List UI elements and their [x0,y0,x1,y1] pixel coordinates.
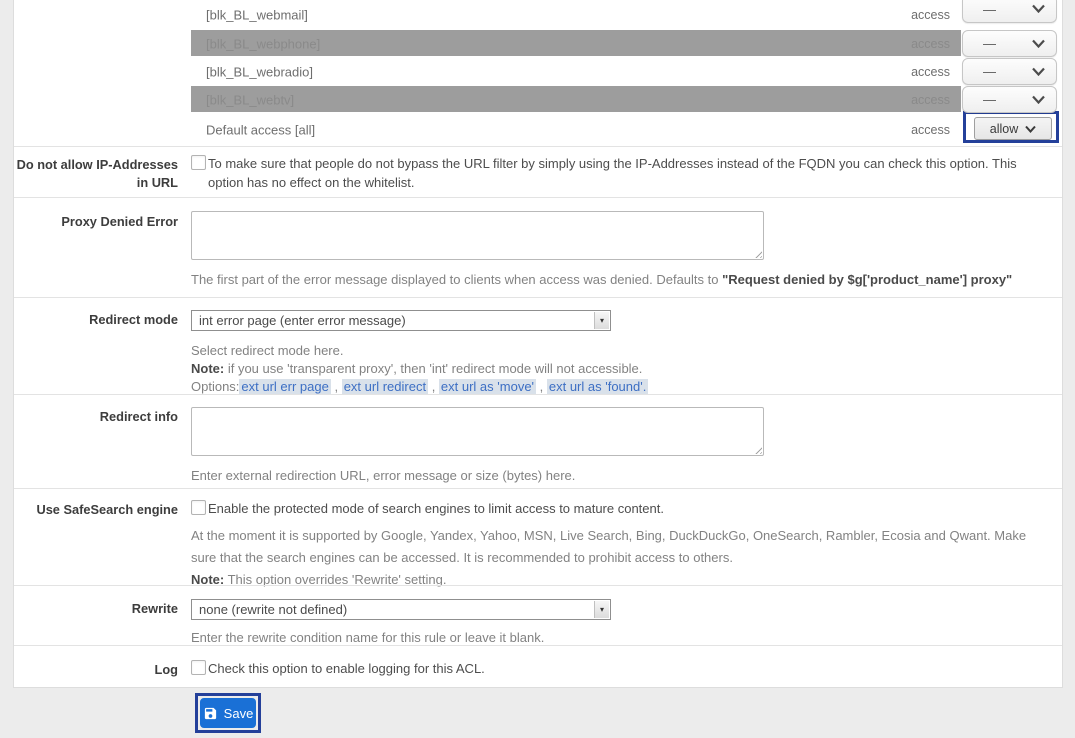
category-label: [blk_BL_webmail] [206,7,308,22]
select-arrow-icon: ▾ [594,601,609,618]
chevron-down-icon [1032,91,1045,109]
default-access-select[interactable]: allow [974,117,1052,140]
field-description: Enter external redirection URL, error me… [191,467,1042,485]
proxy-denied-error-textarea[interactable] [191,211,764,260]
access-dropdown[interactable]: — [962,58,1057,85]
category-label: [blk_BL_webtv] [206,92,294,107]
field-label: Do not allow IP-Addresses in URL [14,156,178,192]
table-row: [blk_BL_webradio] access — [14,57,1062,86]
save-button-label: Save [224,706,254,721]
dropdown-value: allow [990,122,1019,136]
category-label: [blk_BL_webphone] [206,36,320,51]
checkbox-description: To make sure that people do not bypass t… [208,154,1026,192]
table-row: [blk_BL_webphone] access — [14,29,1062,58]
table-row: Default access [all] access allow [14,113,1062,146]
field-note: Note: if you use 'transparent proxy', th… [191,360,1042,378]
field-description: The first part of the error message disp… [191,271,1042,289]
rewrite-select[interactable]: none (rewrite not defined) ▾ [191,599,611,620]
highlight-annotation: Save [195,693,261,733]
save-button[interactable]: Save [200,698,256,728]
section-redirect-mode: Redirect mode int error page (enter erro… [14,297,1062,394]
footer-bar: Save [0,688,1075,738]
field-description: Select redirect mode here. [191,342,1042,360]
field-label: Use SafeSearch engine [14,501,178,519]
dropdown-value: — [983,2,996,17]
field-label: Proxy Denied Error [14,213,178,231]
section-redirect-info: Redirect info Enter external redirection… [14,394,1062,488]
option-link[interactable]: ext url redirect [342,379,428,394]
field-label: Redirect mode [14,311,178,329]
log-checkbox[interactable] [191,660,206,675]
select-value: int error page (enter error message) [199,313,406,328]
chevron-down-icon [1032,35,1045,53]
access-dropdown[interactable]: — [962,0,1057,23]
section-proxy-denied-error: Proxy Denied Error The first part of the… [14,197,1062,297]
table-row: [blk_BL_webtv] access — [14,85,1062,114]
redirect-mode-select[interactable]: int error page (enter error message) ▾ [191,310,611,331]
dimmed-row-stripe [191,86,961,112]
category-label: Default access [all] [206,122,315,137]
field-description: At the moment it is supported by Google,… [191,525,1042,591]
field-label: Redirect info [14,408,178,426]
select-value: none (rewrite not defined) [199,602,347,617]
field-label: Rewrite [14,600,178,618]
select-arrow-icon: ▾ [594,312,609,329]
section-log: Log Check this option to enable logging … [14,645,1062,688]
option-link[interactable]: ext url err page [239,379,330,394]
dropdown-value: — [983,92,996,107]
checkbox-description: Check this option to enable logging for … [208,659,485,678]
access-label: access [911,8,950,22]
chevron-down-icon [1025,122,1036,136]
access-dropdown[interactable]: — [962,30,1057,57]
access-label: access [911,93,950,107]
chevron-down-icon [1032,0,1045,18]
access-label: access [911,65,950,79]
category-label: [blk_BL_webradio] [206,64,313,79]
section-ip-addresses: Do not allow IP-Addresses in URL To make… [14,146,1062,197]
dropdown-value: — [983,64,996,79]
safesearch-checkbox[interactable] [191,500,206,515]
checkbox-description: Enable the protected mode of search engi… [208,499,664,518]
access-label: access [911,123,950,137]
redirect-info-textarea[interactable] [191,407,764,456]
acl-access-table: [blk_BL_webmail] access — [blk_BL_webpho… [14,0,1062,146]
chevron-down-icon [1032,63,1045,81]
option-link[interactable]: ext url as 'move' [439,379,536,394]
access-label: access [911,37,950,51]
field-label: Log [14,661,178,679]
table-row: [blk_BL_webmail] access — [14,0,1062,29]
section-safesearch: Use SafeSearch engine Enable the protect… [14,488,1062,585]
ip-addresses-checkbox[interactable] [191,155,206,170]
access-dropdown[interactable]: — [962,86,1057,113]
section-rewrite: Rewrite none (rewrite not defined) ▾ Ent… [14,585,1062,645]
save-icon [203,706,218,721]
option-link[interactable]: ext url as 'found'. [547,379,648,394]
dropdown-value: — [983,36,996,51]
settings-panel: [blk_BL_webmail] access — [blk_BL_webpho… [13,0,1063,688]
